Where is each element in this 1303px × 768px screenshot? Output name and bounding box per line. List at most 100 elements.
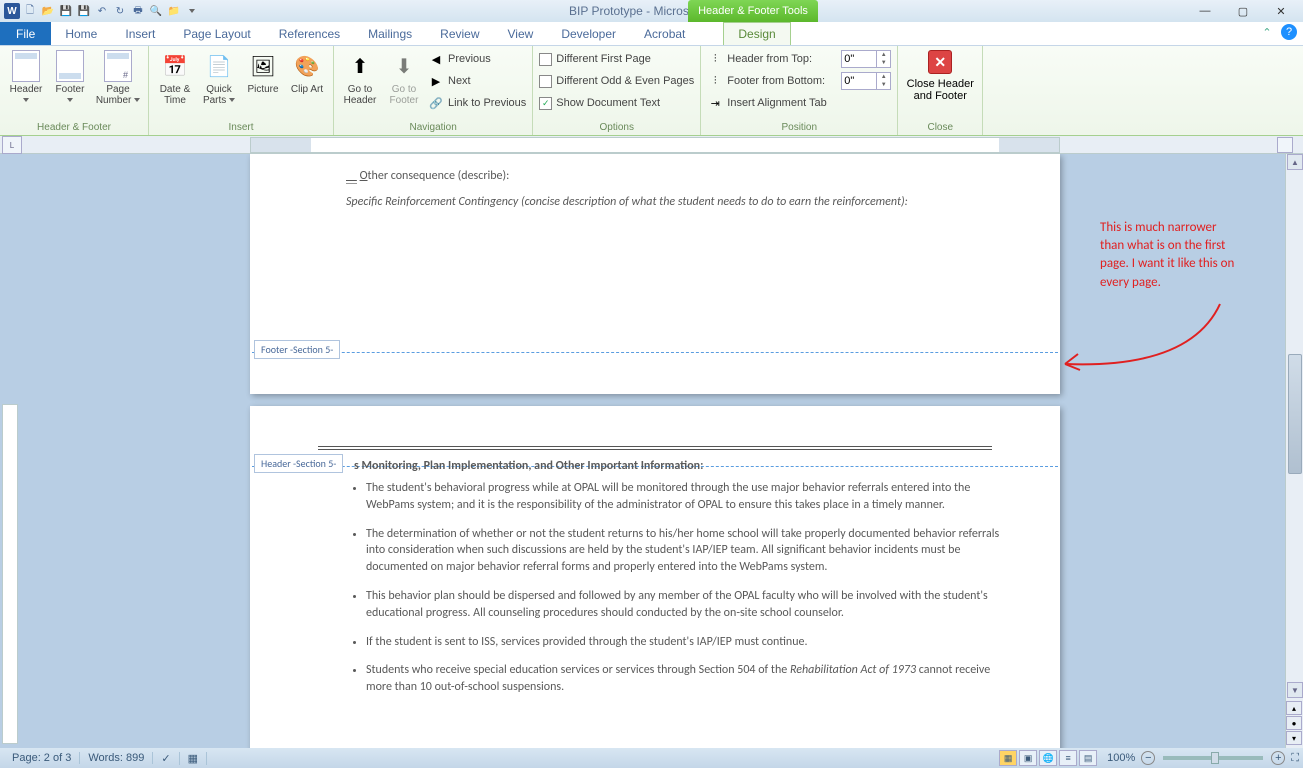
- link-icon: 🔗: [428, 95, 444, 111]
- footer-boundary-line: [252, 352, 1058, 353]
- calendar-icon: 📅: [159, 50, 191, 82]
- close-header-footer-button[interactable]: ✕ Close Header and Footer: [904, 48, 976, 102]
- doc-line-1: ther consequence (describe):: [368, 169, 510, 183]
- ruler-toggle-button[interactable]: [1277, 137, 1293, 153]
- qat-open2-icon[interactable]: 📁: [166, 3, 182, 19]
- tab-references[interactable]: References: [265, 22, 354, 45]
- prev-page-button[interactable]: ▴: [1286, 701, 1302, 715]
- header-rule: [318, 446, 992, 450]
- header-section-tag[interactable]: Header -Section 5-: [254, 454, 343, 473]
- vertical-scrollbar[interactable]: ▲ ▼ ▴ ● ▾: [1285, 154, 1303, 748]
- footer-section-tag[interactable]: Footer -Section 5-: [254, 340, 340, 359]
- header-from-top-row: ⫶ Header from Top: 0"▲▼: [707, 48, 891, 70]
- picture-button[interactable]: 🖼 Picture: [243, 48, 283, 95]
- horizontal-ruler[interactable]: [250, 137, 1060, 153]
- scroll-thumb[interactable]: [1288, 354, 1302, 474]
- zoom-thumb[interactable]: [1211, 752, 1219, 764]
- header-icon: [12, 50, 40, 82]
- footer-button[interactable]: Footer: [50, 48, 90, 106]
- tab-acrobat[interactable]: Acrobat: [630, 22, 699, 45]
- tab-home[interactable]: Home: [51, 22, 111, 45]
- qat-save-icon[interactable]: 💾: [58, 3, 74, 19]
- tab-design[interactable]: Design: [723, 22, 790, 45]
- qat-preview-icon[interactable]: 🔍: [148, 3, 164, 19]
- minimize-button[interactable]: —: [1193, 2, 1217, 20]
- different-first-page-checkbox[interactable]: Different First Page: [539, 48, 694, 70]
- header-from-top-spinner[interactable]: 0"▲▼: [841, 50, 891, 68]
- tab-review[interactable]: Review: [426, 22, 493, 45]
- next-page-button[interactable]: ▾: [1286, 731, 1302, 745]
- annotation-text: This is much narrower than what is on th…: [1100, 219, 1280, 292]
- tab-page-layout[interactable]: Page Layout: [169, 22, 264, 45]
- doc-bullet-1: The student's behavioral progress while …: [366, 480, 1000, 514]
- date-time-button[interactable]: 📅 Date & Time: [155, 48, 195, 106]
- scroll-up-button[interactable]: ▲: [1287, 154, 1303, 170]
- tab-mailings[interactable]: Mailings: [354, 22, 426, 45]
- qat-print-icon[interactable]: 🖶: [130, 3, 146, 19]
- ribbon-minimize-icon[interactable]: ⌃: [1259, 24, 1275, 40]
- view-draft-button[interactable]: ▤: [1079, 750, 1097, 766]
- qat-dropdown-icon[interactable]: [184, 3, 200, 19]
- tab-developer[interactable]: Developer: [547, 22, 630, 45]
- close-window-button[interactable]: ✕: [1269, 2, 1293, 20]
- view-outline-button[interactable]: ≡: [1059, 750, 1077, 766]
- browse-object-button[interactable]: ●: [1286, 716, 1302, 730]
- qat-saveas-icon[interactable]: 💾: [76, 3, 92, 19]
- zoom-fit-button[interactable]: ⛶: [1291, 752, 1299, 765]
- show-document-text-checkbox[interactable]: ✓Show Document Text: [539, 92, 694, 114]
- zoom-out-button[interactable]: −: [1141, 751, 1155, 765]
- browse-object-buttons: ▴ ● ▾: [1286, 701, 1302, 746]
- doc-bullet-2: The determination of whether or not the …: [366, 526, 1000, 576]
- status-macro-icon[interactable]: ▦: [180, 752, 207, 765]
- status-proof-icon[interactable]: ✓: [153, 752, 179, 765]
- tab-view[interactable]: View: [494, 22, 548, 45]
- doc-line-2: Specific Reinforcement Contingency (conc…: [346, 194, 908, 211]
- checkbox-icon: [539, 75, 552, 88]
- status-words[interactable]: Words: 899: [80, 752, 153, 764]
- qat-new-icon[interactable]: 🗋: [22, 3, 38, 19]
- clip-art-button[interactable]: 🎨 Clip Art: [287, 48, 327, 95]
- status-page[interactable]: Page: 2 of 3: [4, 752, 80, 764]
- goto-footer-button: ⬇ Go to Footer: [384, 48, 424, 106]
- group-options: Different First Page Different Odd & Eve…: [533, 46, 701, 135]
- qat-undo-icon[interactable]: ↶: [94, 3, 110, 19]
- tab-insert[interactable]: Insert: [111, 22, 169, 45]
- goto-header-button[interactable]: ⬆ Go to Header: [340, 48, 380, 106]
- doc-bullet-4: If the student is sent to ISS, services …: [366, 634, 1000, 651]
- group-position: ⫶ Header from Top: 0"▲▼ ⫶ Footer from Bo…: [701, 46, 898, 135]
- window-controls: — ▢ ✕: [1193, 2, 1303, 20]
- insert-alignment-tab-button[interactable]: ⇥Insert Alignment Tab: [707, 92, 891, 114]
- next-button[interactable]: ▶Next: [428, 70, 526, 92]
- tab-selector[interactable]: L: [2, 136, 22, 154]
- different-odd-even-checkbox[interactable]: Different Odd & Even Pages: [539, 70, 694, 92]
- document-area: Other consequence (describe): Specific R…: [0, 154, 1303, 748]
- scroll-down-button[interactable]: ▼: [1287, 682, 1303, 698]
- clip-art-icon: 🎨: [291, 50, 323, 82]
- tab-file[interactable]: File: [0, 22, 51, 45]
- previous-button[interactable]: ◀Previous: [428, 48, 526, 70]
- qat-open-icon[interactable]: 📂: [40, 3, 56, 19]
- help-icon[interactable]: ?: [1281, 24, 1297, 40]
- page-number-icon: #: [104, 50, 132, 82]
- header-button[interactable]: Header: [6, 48, 46, 106]
- group-navigation: ⬆ Go to Header ⬇ Go to Footer ◀Previous …: [334, 46, 533, 135]
- qat-redo-icon[interactable]: ↻: [112, 3, 128, 19]
- maximize-button[interactable]: ▢: [1231, 2, 1255, 20]
- group-label-position: Position: [707, 122, 891, 135]
- checkbox-icon: [539, 53, 552, 66]
- word-app-icon[interactable]: W: [4, 3, 20, 19]
- quick-parts-button[interactable]: 📄 Quick Parts: [199, 48, 239, 106]
- footer-from-bottom-spinner[interactable]: 0"▲▼: [841, 72, 891, 90]
- title-bar: W 🗋 📂 💾 💾 ↶ ↻ 🖶 🔍 📁 BIP Prototype - Micr…: [0, 0, 1303, 22]
- goto-footer-icon: ⬇: [388, 50, 420, 82]
- zoom-slider[interactable]: [1163, 756, 1263, 760]
- close-x-icon: ✕: [928, 50, 952, 74]
- zoom-level[interactable]: 100%: [1107, 752, 1135, 764]
- link-previous-button[interactable]: 🔗Link to Previous: [428, 92, 526, 114]
- view-web-button[interactable]: 🌐: [1039, 750, 1057, 766]
- vertical-ruler[interactable]: [2, 404, 18, 744]
- view-full-screen-button[interactable]: ▣: [1019, 750, 1037, 766]
- zoom-in-button[interactable]: +: [1271, 751, 1285, 765]
- page-number-button[interactable]: # Page Number: [94, 48, 142, 106]
- view-print-layout-button[interactable]: ▦: [999, 750, 1017, 766]
